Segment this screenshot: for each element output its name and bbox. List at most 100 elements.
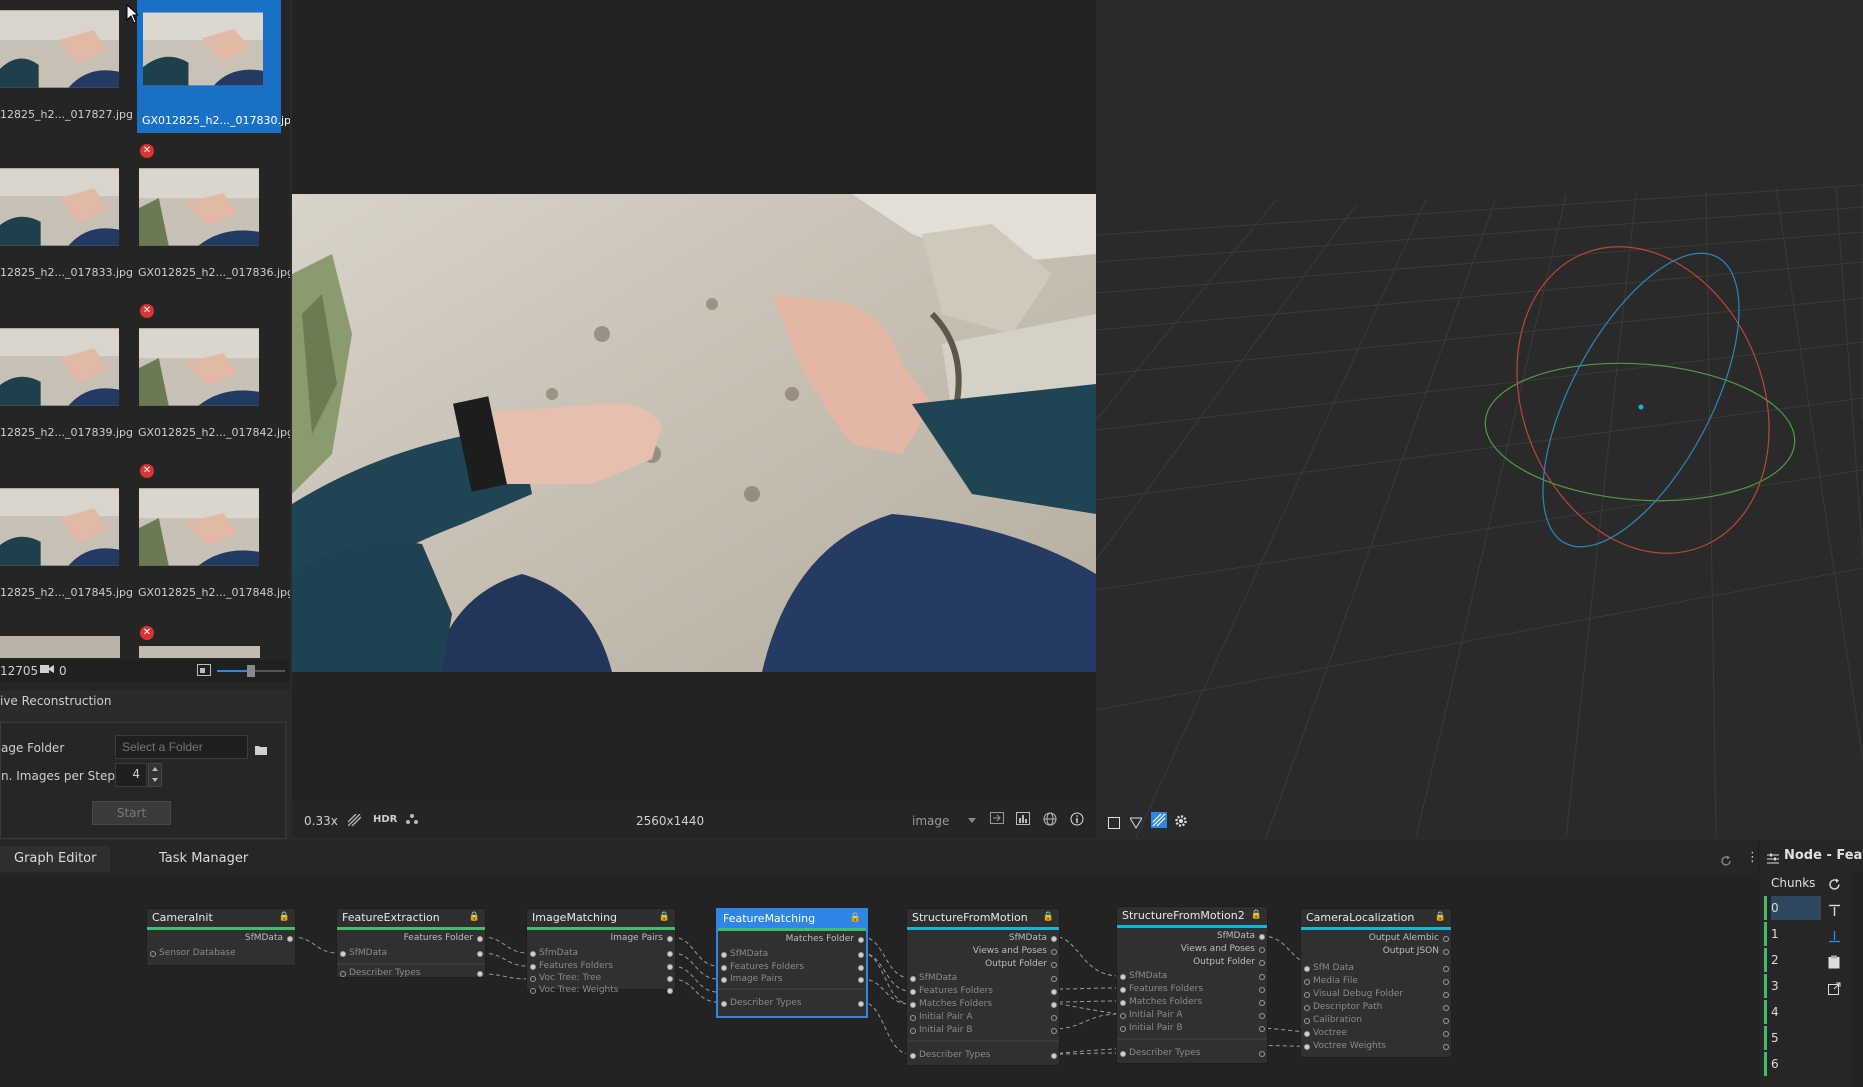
chunk-item[interactable]: 6 <box>1771 1052 1821 1076</box>
thumbnail-size-slider[interactable] <box>217 665 285 677</box>
output-port[interactable] <box>477 936 483 942</box>
input-port[interactable] <box>721 952 727 958</box>
align-top-icon[interactable] <box>1828 902 1841 921</box>
output-port[interactable] <box>858 937 864 943</box>
node-panel-settings-icon[interactable] <box>1767 850 1779 869</box>
output-port[interactable] <box>1443 936 1449 942</box>
input-port[interactable] <box>910 1015 916 1021</box>
node-panel-scrollbar[interactable] <box>1852 872 1863 1087</box>
node-feature-matching[interactable]: FeatureMatching 🔒 Matches Folder SfMData… <box>716 908 868 1018</box>
node-feature-extraction[interactable]: FeatureExtraction 🔒 Features Folder SfMD… <box>336 908 486 978</box>
input-port[interactable] <box>1120 987 1126 993</box>
graph-editor-canvas[interactable]: CameraInit 🔒 SfMData Sensor Database Fea… <box>0 874 1757 1087</box>
gallery-thumbnail[interactable]: 12825_h2..._017833.jpg <box>0 158 145 313</box>
output-port[interactable] <box>858 965 864 971</box>
input-port[interactable] <box>530 988 536 994</box>
input-port[interactable] <box>1120 1026 1126 1032</box>
input-port[interactable] <box>910 989 916 995</box>
input-port[interactable] <box>340 951 346 957</box>
output-port[interactable] <box>1259 947 1265 953</box>
output-port[interactable] <box>1051 1028 1057 1034</box>
output-port[interactable] <box>1443 966 1449 972</box>
input-port[interactable] <box>150 951 156 957</box>
input-port[interactable] <box>1304 1005 1310 1011</box>
input-port[interactable] <box>1304 1031 1310 1037</box>
gallery-thumbnail-selected[interactable]: GX012825_h2..._017830.jpg <box>137 0 290 133</box>
input-port[interactable] <box>530 951 536 957</box>
output-port[interactable] <box>1443 949 1449 955</box>
output-port[interactable] <box>1259 1051 1265 1057</box>
output-port[interactable] <box>667 988 673 994</box>
gallery-thumbnail[interactable]: ✕ GX012825_h2..._017848.jpg <box>138 464 290 633</box>
chunk-item[interactable]: 4 <box>1771 1000 1821 1024</box>
input-port[interactable] <box>530 976 536 982</box>
output-port[interactable] <box>1051 1002 1057 1008</box>
output-port[interactable] <box>1051 962 1057 968</box>
folder-icon[interactable] <box>255 740 267 759</box>
reload-icon[interactable] <box>1828 876 1841 895</box>
output-port[interactable] <box>1443 1044 1449 1050</box>
output-port[interactable] <box>1051 989 1057 995</box>
input-port[interactable] <box>1120 1013 1126 1019</box>
input-port[interactable] <box>340 971 346 977</box>
external-link-icon[interactable] <box>1828 980 1841 999</box>
output-port[interactable] <box>1443 979 1449 985</box>
chevron-down-icon[interactable] <box>968 818 976 823</box>
tab-task-manager[interactable]: Task Manager <box>145 846 262 872</box>
input-port[interactable] <box>1120 974 1126 980</box>
image-viewer[interactable] <box>292 0 1096 838</box>
min-images-spinbox[interactable]: 4 <box>115 763 147 787</box>
zoom-level[interactable]: 0.33x <box>304 814 338 828</box>
chunk-item[interactable]: 0 <box>1771 896 1821 920</box>
chunk-item[interactable]: 2 <box>1771 948 1821 972</box>
output-port[interactable] <box>1259 974 1265 980</box>
input-port[interactable] <box>1304 1018 1310 1024</box>
import-icon[interactable] <box>990 812 1004 827</box>
gallery-thumbnail[interactable]: 12825_h2..._017827.jpg <box>0 0 145 155</box>
chunk-item[interactable]: 3 <box>1771 974 1821 998</box>
hdr-toggle[interactable]: HDR <box>373 814 397 825</box>
output-port[interactable] <box>1259 987 1265 993</box>
output-port[interactable] <box>1051 1053 1057 1059</box>
tab-graph-editor[interactable]: Graph Editor <box>0 846 111 872</box>
hatch-icon[interactable] <box>347 813 362 829</box>
input-port[interactable] <box>721 977 727 983</box>
align-bottom-icon[interactable] <box>1828 928 1841 947</box>
clipboard-icon[interactable] <box>1828 954 1840 973</box>
chevron-up-icon[interactable] <box>152 767 158 771</box>
histogram-icon[interactable] <box>1016 812 1030 828</box>
start-button[interactable]: Start <box>92 801 171 825</box>
output-port[interactable] <box>287 936 293 942</box>
input-port[interactable] <box>1120 1000 1126 1006</box>
input-port[interactable] <box>1304 1044 1310 1050</box>
input-port[interactable] <box>1304 979 1310 985</box>
output-port[interactable] <box>1259 934 1265 940</box>
output-port[interactable] <box>858 977 864 983</box>
output-port[interactable] <box>1443 992 1449 998</box>
frustum-icon[interactable] <box>1129 814 1143 833</box>
input-port[interactable] <box>910 1028 916 1034</box>
live-reconstruction-header[interactable]: ive Reconstruction <box>0 688 290 714</box>
node-camera-init[interactable]: CameraInit 🔒 SfMData Sensor Database <box>146 908 296 966</box>
gear-icon[interactable] <box>1174 813 1188 832</box>
input-port[interactable] <box>530 964 536 970</box>
input-port[interactable] <box>910 1053 916 1059</box>
output-port[interactable] <box>477 971 483 977</box>
gallery-thumbnail[interactable]: ✕ GX012825_h2..._017842.jpg <box>138 304 290 473</box>
output-port[interactable] <box>1051 1015 1057 1021</box>
input-port[interactable] <box>1304 992 1310 998</box>
output-port[interactable] <box>477 951 483 957</box>
output-port[interactable] <box>1259 1013 1265 1019</box>
node-image-matching[interactable]: ImageMatching 🔒 Image Pairs SfmData Feat… <box>526 908 676 995</box>
gallery-thumbnail[interactable]: ✕ GX012825_h2..._017836.jpg <box>138 144 290 313</box>
output-port[interactable] <box>858 952 864 958</box>
input-port[interactable] <box>721 1001 727 1007</box>
bounding-box-icon[interactable] <box>1108 814 1120 833</box>
gallery-thumbnail[interactable]: 12825_h2..._017845.jpg <box>0 478 145 633</box>
input-port[interactable] <box>721 965 727 971</box>
output-port[interactable] <box>1443 1018 1449 1024</box>
node-camera-localization[interactable]: CameraLocalization 🔒 Output Alembic Outp… <box>1300 908 1452 1058</box>
input-port[interactable] <box>910 976 916 982</box>
grid-toggle-icon[interactable] <box>1151 812 1167 828</box>
output-port[interactable] <box>1051 949 1057 955</box>
